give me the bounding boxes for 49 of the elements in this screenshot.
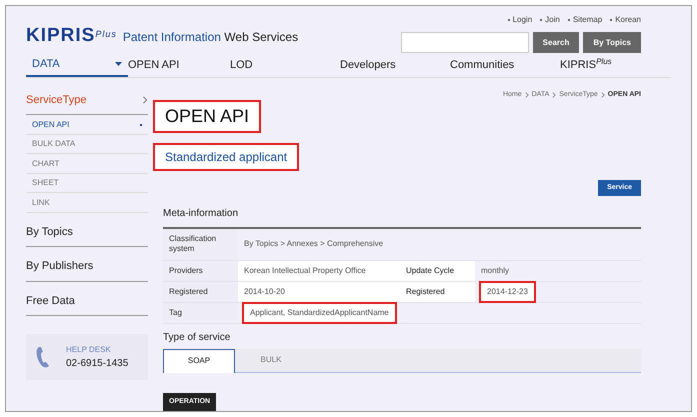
sidebar-item[interactable]: OPEN API xyxy=(26,115,148,135)
nav-tab[interactable]: KIPRIS$^{Plus}$ xyxy=(560,53,670,77)
header-link[interactable]: Korean xyxy=(610,14,641,26)
row-label: Update Cycle xyxy=(406,266,454,276)
sidebar-group[interactable]: Free Data xyxy=(26,282,148,316)
row-value: 2014-10-20 xyxy=(244,286,285,297)
logo[interactable]: KIPRIS$^{Plus}$ xyxy=(26,22,117,51)
search-button[interactable]: Search xyxy=(532,32,580,53)
nav-tab[interactable]: LOD xyxy=(230,53,340,77)
row-label: Registered xyxy=(406,286,445,297)
helpdesk-title: HELP DESK xyxy=(66,344,112,356)
row-label: Providers xyxy=(169,266,203,276)
nav-tab[interactable]: Developers xyxy=(340,53,450,77)
row-value: Applicant, StandardizedApplicantName xyxy=(244,304,395,322)
chevron-icon xyxy=(524,92,529,98)
page-title: OPEN API xyxy=(153,100,262,133)
row-value: Korean Intellectual Property Office xyxy=(244,266,366,276)
sidebar-item[interactable]: LINK xyxy=(26,193,148,213)
section-heading: Type of service xyxy=(163,330,232,345)
row-value: 2014-12-23 xyxy=(481,282,534,301)
header-link[interactable]: Sitemap xyxy=(568,14,602,26)
chevron-icon xyxy=(600,92,605,98)
chevron-icon xyxy=(552,92,556,98)
row-label: Classification system xyxy=(169,234,218,254)
helpdesk-phone: 02-6915-1435 xyxy=(66,356,128,371)
service-tab[interactable]: BULK xyxy=(235,348,307,373)
sidebar-item[interactable]: SHEET xyxy=(26,174,148,194)
nav-tab[interactable]: Communities xyxy=(450,53,560,77)
header-link[interactable]: Join xyxy=(540,14,560,26)
row-value: monthly xyxy=(481,266,510,276)
site-tagline: Patent Information Web Services xyxy=(122,28,298,46)
sidebar-section-title[interactable]: ServiceType xyxy=(26,92,87,108)
caret-icon xyxy=(115,62,122,66)
sidebar-group[interactable]: By Topics xyxy=(26,212,148,248)
nav-tab[interactable]: OPEN API xyxy=(128,53,230,77)
search-field[interactable] xyxy=(400,32,529,53)
sidebar-item[interactable]: BULK DATA xyxy=(26,134,148,154)
row-value: By Topics > Annexes > Comprehensive xyxy=(244,239,384,250)
phone-icon xyxy=(36,346,50,368)
row-label: Tag xyxy=(169,308,182,318)
service-tab[interactable]: SOAP xyxy=(163,348,235,373)
row-label: Registered xyxy=(169,286,208,297)
api-name: Standardized applicant xyxy=(153,142,300,171)
by-topics-button[interactable]: By Topics xyxy=(583,32,641,53)
nav-tab[interactable]: DATA xyxy=(26,53,128,77)
chevron-icon xyxy=(142,96,148,104)
sidebar-item[interactable]: CHART xyxy=(26,154,148,174)
sidebar-group[interactable]: By Publishers xyxy=(26,247,148,282)
header-link[interactable]: Login xyxy=(508,14,532,26)
